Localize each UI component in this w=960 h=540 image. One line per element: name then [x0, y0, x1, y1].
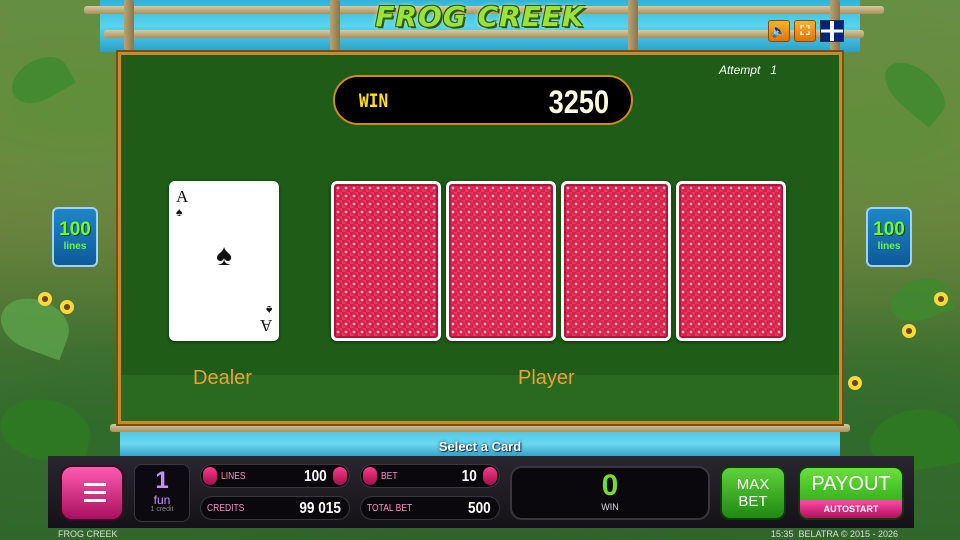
dealer-label: Dealer — [193, 367, 252, 389]
win-value: 3250 — [548, 84, 609, 120]
attempt-value: 1 — [770, 63, 777, 77]
fullscreen-icon[interactable]: ⛶ — [794, 20, 816, 42]
bet-decrease-button[interactable] — [363, 467, 377, 485]
max-bet-line1: MAX — [736, 476, 770, 493]
top-icon-bar: 🔈 ⛶ — [768, 20, 844, 42]
lines-badge-left: 100 lines — [52, 207, 98, 267]
attempt-indicator: Attempt 1 — [719, 63, 777, 77]
card-rank-bottom: A — [259, 316, 272, 335]
flower — [902, 324, 916, 338]
denomination-currency: fun — [153, 493, 171, 507]
lines-badge-label: lines — [877, 241, 901, 252]
lines-field[interactable]: LINES 100 — [200, 464, 350, 488]
max-bet-line2: BET — [738, 493, 768, 510]
card-suit-center-icon: ♠ — [216, 239, 232, 272]
credits-field: CREDITS 99 015 — [200, 496, 350, 520]
denomination-box[interactable]: 1 fun 1 credit — [134, 464, 190, 522]
lines-badge-value: 100 — [59, 219, 91, 240]
win-display: WIN 3250 — [333, 75, 633, 125]
flower — [60, 300, 74, 314]
max-bet-button[interactable]: MAX BET — [720, 466, 786, 520]
player-card-2[interactable] — [446, 181, 556, 341]
footer-copyright: BELATRA © 2015 - 2026 — [798, 529, 898, 539]
panel-win-value: 0 — [601, 469, 619, 502]
win-label: WIN — [359, 90, 389, 112]
denomination-sub: 1 credit — [150, 506, 174, 513]
control-panel: 1 fun 1 credit LINES 100 CREDITS 99 015 … — [48, 456, 914, 528]
bet-value: 10 — [461, 468, 477, 485]
attempt-label: Attempt — [718, 63, 761, 77]
panel-win-label: WIN — [601, 502, 619, 512]
lines-increase-button[interactable] — [333, 467, 347, 485]
game-table: Attempt 1 WIN 3250 A ♠ ♠ ♠ A Dealer Play… — [118, 52, 842, 424]
footer-time: 15:35 — [770, 529, 794, 539]
payout-button[interactable]: PAYOUT AUTOSTART — [798, 466, 904, 520]
card-suit-top-icon: ♠ — [176, 205, 183, 219]
player-card-1[interactable] — [331, 181, 441, 341]
flower — [848, 376, 862, 390]
hamburger-icon — [84, 483, 106, 503]
credits-label: CREDITS — [207, 503, 245, 514]
player-label: Player — [518, 367, 575, 389]
payout-label: PAYOUT — [811, 473, 891, 495]
lines-value: 100 — [304, 468, 327, 485]
card-rank-top: A — [176, 187, 189, 206]
total-bet-field: TOTAL BET 500 — [360, 496, 500, 520]
lines-decrease-button[interactable] — [203, 467, 217, 485]
total-bet-value: 500 — [468, 500, 491, 517]
bet-increase-button[interactable] — [483, 467, 497, 485]
lines-badge-right: 100 lines — [866, 207, 912, 267]
select-card-prompt: Select a Card — [438, 439, 522, 454]
language-flag-icon[interactable] — [820, 20, 844, 42]
flower — [38, 292, 52, 306]
lines-label: LINES — [221, 471, 246, 482]
player-card-4[interactable] — [676, 181, 786, 341]
denomination-value: 1 — [155, 467, 169, 494]
bet-label: BET — [381, 471, 398, 482]
player-card-3[interactable] — [561, 181, 671, 341]
sound-icon[interactable]: 🔈 — [768, 20, 790, 42]
credits-value: 99 015 — [299, 500, 341, 517]
panel-win-display: 0 WIN — [510, 466, 710, 520]
fence-rail-bottom — [110, 424, 850, 432]
total-bet-label: TOTAL BET — [367, 503, 413, 514]
dealer-card: A ♠ ♠ ♠ A — [169, 181, 279, 341]
menu-button[interactable] — [60, 465, 124, 521]
flower — [934, 292, 948, 306]
autostart-button[interactable]: AUTOSTART — [800, 500, 902, 518]
footer-info: 15:35 BELATRA © 2015 - 2026 — [771, 529, 898, 539]
footer-game-name: FROG CREEK — [58, 529, 118, 539]
bet-field[interactable]: BET 10 — [360, 464, 500, 488]
lines-badge-value: 100 — [873, 219, 905, 240]
lines-badge-label: lines — [63, 241, 87, 252]
